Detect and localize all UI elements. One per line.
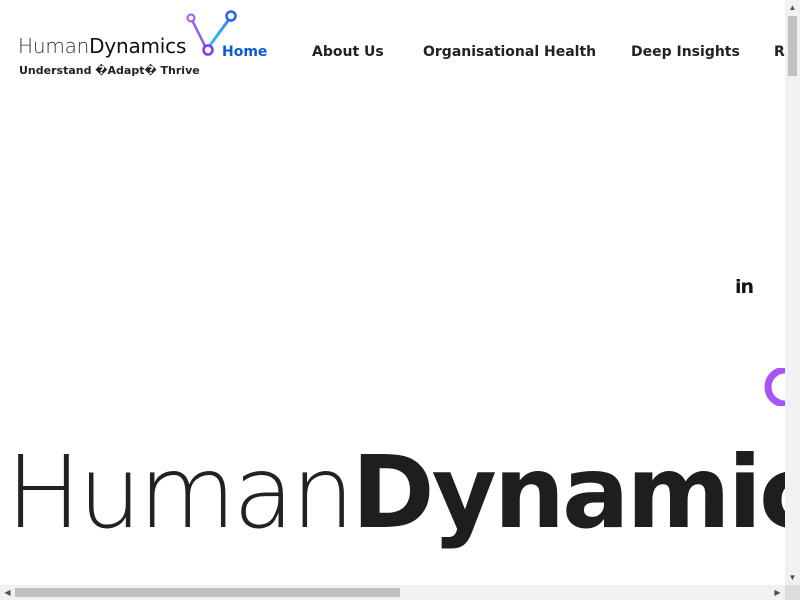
nav-about-us[interactable]: About Us [312, 44, 384, 60]
nav-item-truncated[interactable]: Re [774, 44, 785, 60]
vertical-scrollbar[interactable]: ▲ ▼ [785, 0, 800, 585]
brand-logo[interactable]: HumanDynamics Understand �Adapt� Thrive [18, 8, 243, 83]
linkedin-icon[interactable]: in [735, 277, 755, 297]
brand-tagline: Understand �Adapt� Thrive [19, 64, 200, 77]
nav-home[interactable]: Home [222, 44, 267, 60]
logo-word-light: Human [18, 34, 90, 58]
hero-title: HumanDynamics [6, 438, 785, 548]
scrollbar-corner [785, 585, 800, 600]
ring-decoration-icon [764, 368, 785, 406]
scroll-up-icon[interactable]: ▲ [785, 0, 800, 15]
horizontal-scroll-thumb[interactable] [15, 588, 400, 597]
logo-word-bold: Dynamics [89, 34, 187, 58]
hero-title-light: Human [6, 434, 355, 551]
scroll-right-icon[interactable]: ▶ [770, 585, 785, 600]
vertical-scroll-thumb[interactable] [788, 16, 797, 76]
nav-deep-insights[interactable]: Deep Insights [631, 44, 740, 60]
scroll-down-icon[interactable]: ▼ [785, 570, 800, 585]
hero-title-bold: Dynamics [351, 434, 785, 551]
logo-wordmark: HumanDynamics [18, 34, 186, 58]
nav-organisational-health[interactable]: Organisational Health [423, 44, 596, 60]
scroll-left-icon[interactable]: ◀ [0, 585, 15, 600]
page-viewport: HumanDynamics Understand �Adapt� Thrive … [0, 0, 785, 585]
horizontal-scrollbar[interactable]: ◀ ▶ [0, 585, 785, 600]
